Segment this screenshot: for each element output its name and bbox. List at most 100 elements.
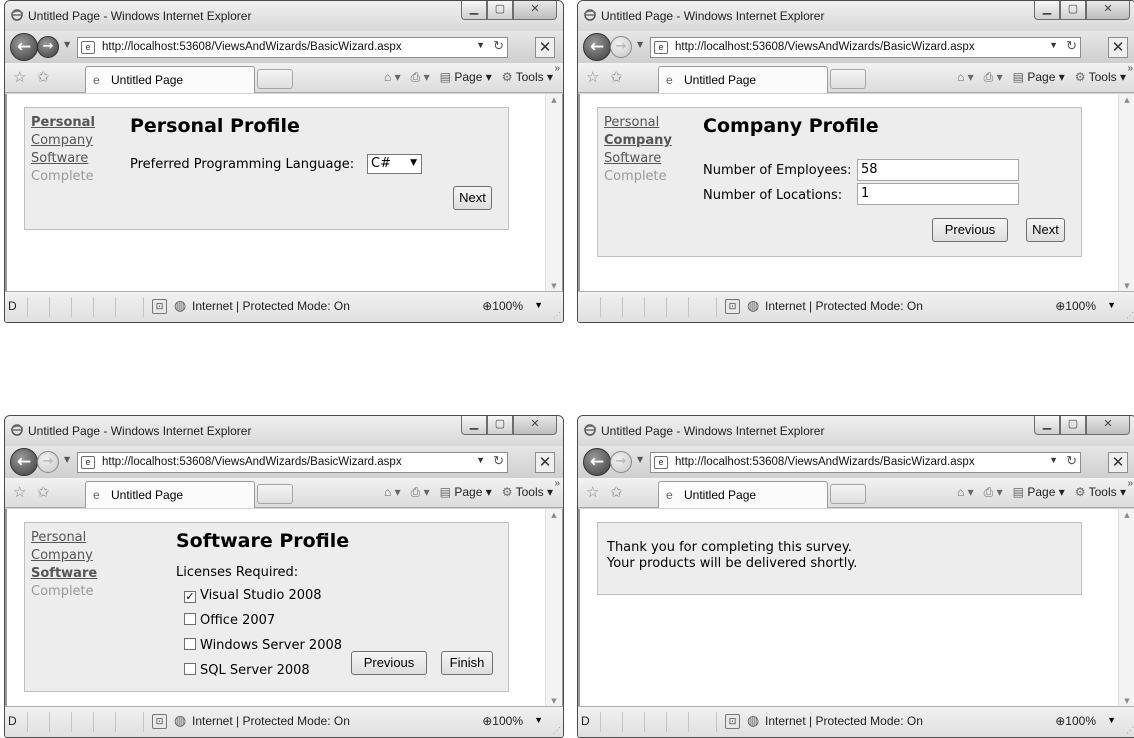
zoom-dropdown-icon[interactable]: ▼ [534,300,543,310]
protected-mode-icon[interactable]: ⊡ [152,299,167,314]
zoom-level[interactable]: ⊕100% [1055,714,1096,728]
security-zone[interactable]: Internet | Protected Mode: On [192,299,350,313]
maximize-button[interactable]: ▢ [1060,1,1086,20]
stop-button[interactable]: ✕ [1108,37,1128,58]
browser-tab[interactable]: e Untitled Page [85,481,255,508]
stop-button[interactable]: ✕ [535,452,555,473]
maximize-button[interactable]: ▢ [487,1,513,20]
checkbox-unchecked[interactable] [184,613,196,625]
refresh-icon[interactable]: ↻ [493,453,504,469]
add-favorites-icon[interactable]: ✩ [37,68,50,86]
zoom-level[interactable]: ⊕100% [482,714,523,728]
stop-button[interactable]: ✕ [1108,452,1128,473]
back-button[interactable]: ← [583,33,611,61]
print-icon[interactable]: ⎙ ▾ [411,70,430,84]
refresh-icon[interactable]: ↻ [1066,453,1077,469]
zoom-dropdown-icon[interactable]: ▼ [534,715,543,725]
forward-button[interactable]: → [610,451,632,473]
minimize-button[interactable]: ▁ [1034,416,1060,435]
language-select[interactable]: C# ▼ [367,154,422,174]
sidebar-item-personal[interactable]: Personal [31,529,97,547]
scroll-down-icon[interactable]: ▼ [1119,282,1134,290]
license-visual-studio[interactable]: ✓ Visual Studio 2008 [184,588,322,603]
address-dropdown-icon[interactable]: ▼ [1049,40,1058,50]
scroll-up-icon[interactable]: ▲ [546,511,562,519]
home-icon[interactable]: ⌂ ▾ [957,70,974,84]
sidebar-item-software[interactable]: Software [31,565,97,583]
address-dropdown-icon[interactable]: ▼ [476,40,485,50]
print-icon[interactable]: ⎙ ▾ [984,70,1003,84]
page-menu[interactable]: Page [1027,70,1055,84]
previous-button[interactable]: Previous [351,651,427,675]
minimize-button[interactable]: ▁ [461,416,487,435]
checkbox-checked[interactable]: ✓ [184,591,196,603]
title-bar[interactable]: Untitled Page - Windows Internet Explore… [5,416,563,446]
sidebar-item-software[interactable]: Software [31,150,95,168]
home-icon[interactable]: ⌂ ▾ [957,485,974,499]
new-tab-button[interactable] [830,69,866,89]
new-tab-button[interactable] [830,484,866,504]
recent-pages-dropdown[interactable]: ▼ [637,40,643,49]
scroll-down-icon[interactable]: ▼ [546,282,562,290]
scroll-up-icon[interactable]: ▲ [1119,511,1134,519]
scroll-down-icon[interactable]: ▼ [1119,697,1134,705]
home-icon[interactable]: ⌂ ▾ [384,70,401,84]
finish-button[interactable]: Finish [441,651,493,675]
maximize-button[interactable]: ▢ [1060,416,1086,435]
recent-pages-dropdown[interactable]: ▼ [64,455,70,464]
recent-pages-dropdown[interactable]: ▼ [637,455,643,464]
security-zone[interactable]: Internet | Protected Mode: On [192,714,350,728]
more-commands-icon[interactable]: » [1127,478,1133,489]
title-bar[interactable]: Untitled Page - Windows Internet Explore… [578,416,1134,446]
page-menu[interactable]: Page [1027,485,1055,499]
page-menu[interactable]: Page [454,70,482,84]
forward-button[interactable]: → [37,451,59,473]
address-bar[interactable]: e http://localhost:53608/ViewsAndWizards… [77,37,508,58]
scroll-up-icon[interactable]: ▲ [1119,96,1134,104]
more-commands-icon[interactable]: » [1127,63,1133,74]
address-dropdown-icon[interactable]: ▼ [1049,455,1058,465]
scroll-up-icon[interactable]: ▲ [546,96,562,104]
new-tab-button[interactable] [257,484,293,504]
next-button[interactable]: Next [453,186,492,210]
address-bar[interactable]: e http://localhost:53608/ViewsAndWizards… [650,452,1081,473]
tools-menu[interactable]: Tools [516,485,544,499]
vertical-scrollbar[interactable]: ▲ ▼ [545,94,562,292]
vertical-scrollbar[interactable]: ▲ ▼ [1118,509,1134,707]
more-commands-icon[interactable]: » [554,63,560,74]
close-window-button[interactable]: ✕ [1086,416,1130,435]
locations-input[interactable]: 1 [857,183,1019,205]
more-commands-icon[interactable]: » [554,478,560,489]
close-window-button[interactable]: ✕ [1086,1,1130,20]
forward-button[interactable]: → [37,36,59,58]
close-window-button[interactable]: ✕ [513,1,557,20]
add-favorites-icon[interactable]: ✩ [610,68,623,86]
refresh-icon[interactable]: ↻ [493,38,504,54]
previous-button[interactable]: Previous [932,218,1008,242]
license-office[interactable]: Office 2007 [184,613,275,628]
refresh-icon[interactable]: ↻ [1066,38,1077,54]
page-menu[interactable]: Page [454,485,482,499]
favorites-star-icon[interactable]: ☆ [13,483,26,501]
checkbox-unchecked[interactable] [184,663,196,675]
minimize-button[interactable]: ▁ [461,1,487,20]
license-sql-server[interactable]: SQL Server 2008 [184,663,310,678]
close-window-button[interactable]: ✕ [513,416,557,435]
favorites-star-icon[interactable]: ☆ [586,68,599,86]
sidebar-item-company[interactable]: Company [31,132,95,150]
print-icon[interactable]: ⎙ ▾ [984,485,1003,499]
minimize-button[interactable]: ▁ [1034,1,1060,20]
add-favorites-icon[interactable]: ✩ [610,483,623,501]
zoom-level[interactable]: ⊕100% [1055,299,1096,313]
resize-grip-icon[interactable]: ⋰ [1126,726,1134,735]
back-button[interactable]: ← [583,448,611,476]
protected-mode-icon[interactable]: ⊡ [725,299,740,314]
zoom-level[interactable]: ⊕100% [482,299,523,313]
checkbox-unchecked[interactable] [184,638,196,650]
maximize-button[interactable]: ▢ [487,416,513,435]
resize-grip-icon[interactable]: ⋰ [1126,311,1134,320]
next-button[interactable]: Next [1026,218,1065,242]
back-button[interactable]: ← [10,33,38,61]
sidebar-item-personal[interactable]: Personal [31,114,95,132]
title-bar[interactable]: Untitled Page - Windows Internet Explore… [5,1,563,31]
